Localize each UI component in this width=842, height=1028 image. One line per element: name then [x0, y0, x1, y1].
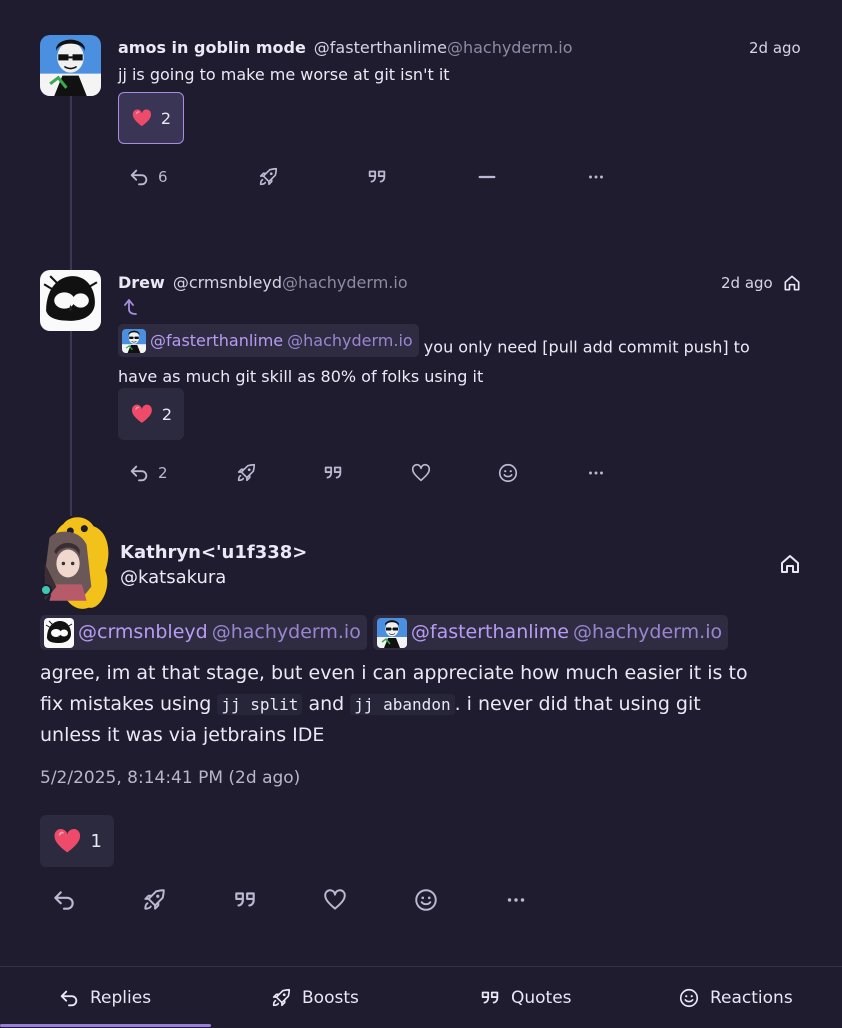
reply-button[interactable]	[51, 887, 77, 913]
tab-reactions[interactable]: Reactions	[678, 967, 793, 1028]
author-handle[interactable]: @katsakura	[120, 567, 226, 588]
home-icon	[778, 552, 802, 576]
post-text: @fasterthanlime @hachyderm.io you only ne…	[118, 324, 818, 391]
post-text: @crmsnbleyd @hachyderm.io @fasterthanlime…	[40, 615, 810, 751]
more-icon	[585, 462, 607, 484]
author-name[interactable]: Drew	[118, 273, 165, 292]
rocket-icon	[235, 462, 257, 484]
active-tab-indicator	[0, 1024, 211, 1027]
boost-button[interactable]	[141, 887, 167, 913]
smile-icon	[413, 887, 439, 913]
reaction-count: 2	[161, 404, 172, 424]
more-button[interactable]	[503, 887, 529, 913]
like-button[interactable]	[410, 462, 432, 484]
avatar-kathryn[interactable]	[40, 517, 110, 610]
mention-avatar	[377, 618, 407, 648]
quote-icon	[232, 887, 258, 913]
tab-boosts[interactable]: Boosts	[270, 967, 359, 1028]
author-name[interactable]: Kathryn<'u1f338>	[120, 542, 307, 563]
heart-emoji-icon	[130, 400, 154, 428]
inline-code: jj split	[217, 693, 303, 715]
author-handle[interactable]: @fasterthanlime@hachyderm.io	[314, 38, 573, 57]
mention-fasterthanlime[interactable]: @fasterthanlime @hachyderm.io	[372, 615, 729, 650]
mention-avatar	[122, 329, 146, 353]
minus-icon	[476, 166, 498, 188]
more-button[interactable]	[585, 166, 607, 188]
post-timestamp[interactable]: 5/2/2025, 8:14:41 PM (2d ago)	[40, 768, 300, 788]
post-text: jj is going to make me worse at git isn'…	[118, 65, 450, 84]
author-name[interactable]: amos in goblin mode	[118, 38, 306, 57]
reply-count: 6	[158, 168, 168, 186]
tab-replies[interactable]: Replies	[58, 967, 151, 1028]
quote-icon	[322, 462, 344, 484]
avatar-amos[interactable]	[40, 35, 101, 96]
smile-icon	[678, 987, 700, 1009]
react-button[interactable]	[497, 462, 519, 484]
heart-icon	[410, 462, 432, 484]
boost-button[interactable]	[257, 166, 279, 188]
reaction-count: 2	[160, 108, 171, 128]
reply-icon	[58, 987, 80, 1009]
more-icon	[503, 887, 529, 913]
like-button[interactable]	[322, 887, 348, 913]
rocket-icon	[141, 887, 167, 913]
quote-button[interactable]	[322, 462, 344, 484]
heart-reaction[interactable]: 2	[118, 388, 184, 440]
quote-button[interactable]	[366, 166, 388, 188]
mention-crmsnbleyd[interactable]: @crmsnbleyd @hachyderm.io	[40, 615, 367, 650]
mention-fasterthanlime[interactable]: @fasterthanlime @hachyderm.io	[118, 324, 419, 357]
quote-icon	[366, 166, 388, 188]
author-handle[interactable]: @crmsnbleyd@hachyderm.io	[173, 273, 408, 292]
reply-count: 2	[158, 464, 168, 482]
reaction-count: 1	[90, 830, 102, 852]
heart-icon	[322, 887, 348, 913]
heart-reaction[interactable]: 2	[118, 92, 184, 144]
reply-to-arrow-icon[interactable]	[120, 297, 138, 317]
smile-icon	[497, 462, 519, 484]
more-button[interactable]	[585, 462, 607, 484]
tab-quotes[interactable]: Quotes	[479, 967, 572, 1028]
post-time[interactable]: 2d ago	[749, 39, 801, 57]
heart-reaction[interactable]: 1	[40, 815, 114, 867]
post-time[interactable]: 2d ago	[721, 274, 773, 292]
reply-icon	[51, 887, 77, 913]
reply-button[interactable]: 2	[128, 462, 168, 484]
more-icon	[585, 166, 607, 188]
rocket-icon	[270, 987, 292, 1009]
heart-emoji-icon	[131, 104, 153, 132]
quote-icon	[479, 987, 501, 1009]
rocket-icon	[257, 166, 279, 188]
bottom-tab-bar: Replies Boosts Quotes Reactions	[0, 966, 842, 1028]
mention-avatar	[44, 618, 74, 648]
react-button[interactable]	[413, 887, 439, 913]
avatar-drew[interactable]	[40, 270, 101, 331]
home-icon	[782, 273, 802, 293]
inline-code: jj abandon	[350, 693, 455, 715]
reply-icon	[128, 166, 150, 188]
reply-button[interactable]: 6	[128, 166, 168, 188]
heart-emoji-icon	[52, 825, 83, 857]
unreact-button[interactable]	[476, 166, 498, 188]
reply-icon	[128, 462, 150, 484]
quote-button[interactable]	[232, 887, 258, 913]
online-indicator	[40, 584, 52, 596]
boost-button[interactable]	[235, 462, 257, 484]
